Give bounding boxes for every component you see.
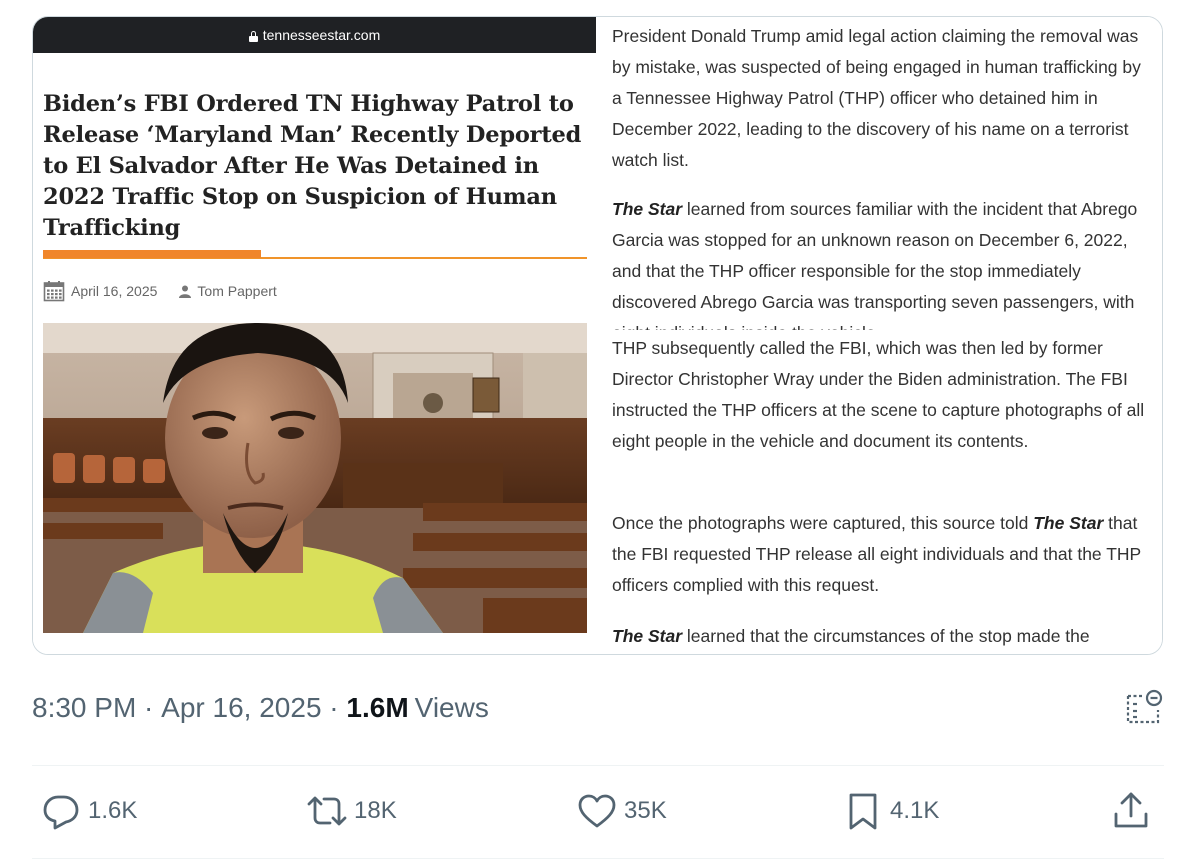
share-icon — [1114, 792, 1148, 828]
reply-count: 1.6K — [88, 797, 138, 824]
retweet-icon — [307, 796, 347, 826]
paragraph-text: Once the photographs were captured, this… — [612, 513, 1034, 533]
reply-button[interactable]: 1.6K — [40, 790, 137, 832]
reply-icon — [43, 795, 79, 830]
calendar-icon — [43, 280, 65, 302]
person-icon — [179, 285, 192, 298]
article-paragraph: THP subsequently called the FBI, which w… — [612, 338, 1145, 451]
retweet-button[interactable]: 18K — [306, 790, 397, 832]
analytics-icon[interactable] — [1124, 688, 1164, 728]
views-count: 1.6M — [346, 692, 409, 723]
heart-icon — [578, 794, 616, 828]
bookmark-count: 4.1K — [890, 797, 940, 824]
tweet-time[interactable]: 8:30 PM — [32, 692, 136, 724]
tweet-timestamp: 8:30 PM · Apr 16, 2025 · 1.6M Views — [32, 692, 489, 724]
article-paragraph: President Donald Trump amid legal action… — [612, 26, 1141, 170]
article-date: April 16, 2025 — [71, 283, 158, 299]
lock-icon — [248, 30, 258, 42]
share-button[interactable] — [1110, 790, 1158, 832]
article-body-panel: President Donald Trump amid legal action… — [596, 17, 1162, 654]
title-underline-accent — [43, 250, 261, 258]
separator: · — [136, 692, 162, 723]
article-headline: Biden’s FBI Ordered TN Highway Patrol to… — [43, 91, 582, 241]
retweet-count: 18K — [354, 797, 397, 824]
article-screenshot-card[interactable]: tennesseestar.com Biden’s FBI Ordered TN… — [32, 16, 1163, 655]
views-label: Views — [414, 692, 489, 723]
article-header-panel: tennesseestar.com Biden’s FBI Ordered TN… — [33, 17, 596, 654]
separator: · — [321, 692, 347, 723]
article-paragraph: The Star learned that the circumstances … — [612, 621, 1152, 652]
paragraph-text: learned from sources familiar with the i… — [612, 199, 1138, 330]
url-bar: tennesseestar.com — [33, 17, 596, 53]
article-photo — [43, 323, 587, 633]
tweet-date[interactable]: Apr 16, 2025 — [161, 692, 321, 724]
divider — [32, 858, 1164, 859]
publication-name: The Star — [612, 626, 683, 646]
like-count: 35K — [624, 797, 667, 824]
paragraph-text: learned that the circumstances of the st… — [682, 626, 1090, 646]
article-paragraph: Once the photographs were captured, this… — [612, 508, 1152, 601]
article-author[interactable]: Tom Pappert — [197, 283, 276, 299]
like-button[interactable]: 35K — [576, 790, 667, 832]
divider — [32, 765, 1164, 766]
bookmark-icon — [849, 793, 877, 830]
publication-name: The Star — [612, 199, 683, 219]
publication-name: The Star — [1033, 513, 1104, 533]
article-paragraph: The Star learned from sources familiar w… — [612, 194, 1152, 330]
site-url: tennesseestar.com — [262, 27, 381, 43]
article-meta: April 16, 2025 Tom Pappert — [43, 278, 277, 304]
bookmark-button[interactable]: 4.1K — [842, 790, 939, 832]
